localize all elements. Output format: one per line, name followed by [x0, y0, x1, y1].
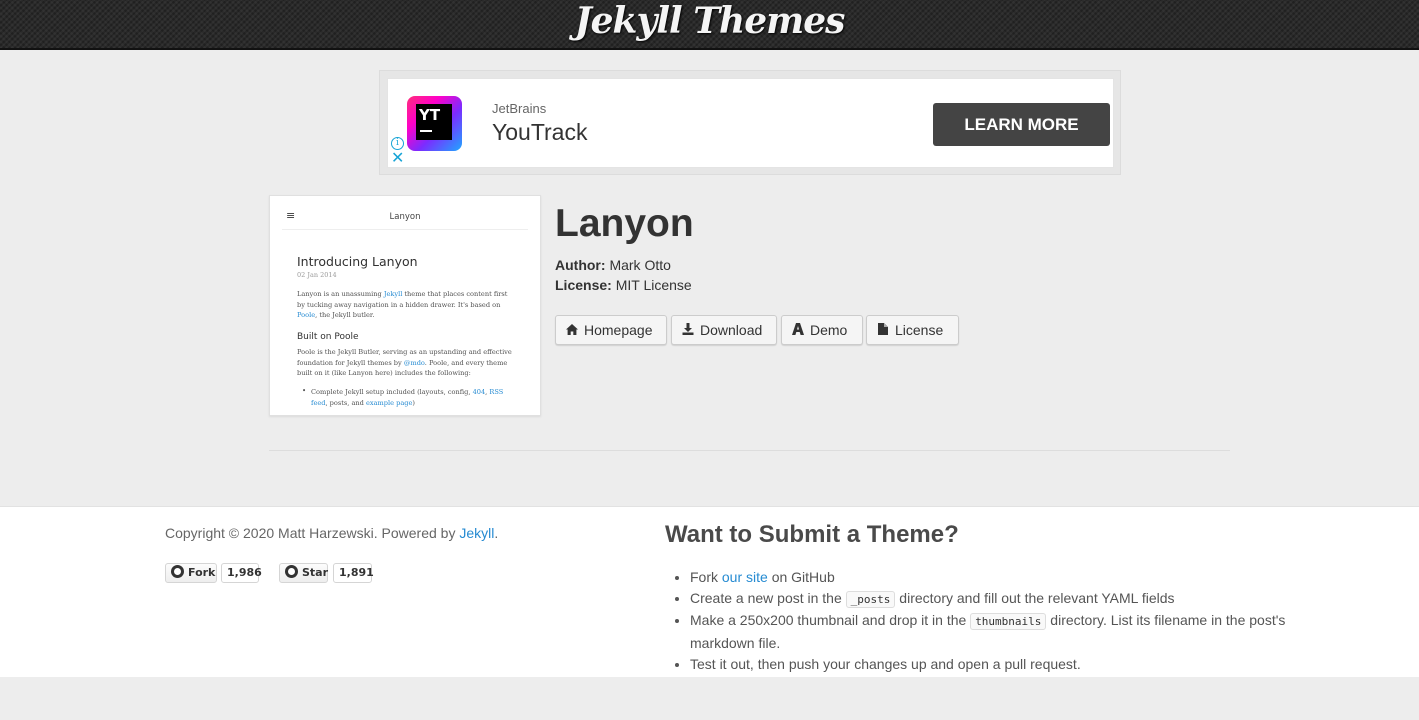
download-icon	[682, 317, 694, 345]
theme-title: Lanyon	[555, 202, 694, 245]
demo-button[interactable]: Demo	[781, 315, 863, 345]
thumb-bullet: •	[302, 387, 307, 395]
file-icon	[877, 317, 889, 345]
ad-close-icon[interactable]: ✕	[391, 151, 404, 167]
theme-author: Author: Mark Otto	[555, 257, 671, 273]
license-button[interactable]: License	[866, 315, 959, 345]
copyright-text: Copyright © 2020 Matt Harzewski. Powered…	[165, 525, 499, 541]
theme-thumbnail[interactable]: ≡ Lanyon Introducing Lanyon 02 Jan 2014 …	[269, 195, 541, 416]
thumb-subheading: Built on Poole	[297, 332, 359, 342]
theme-license: License: MIT License	[555, 277, 692, 293]
site-footer: Copyright © 2020 Matt Harzewski. Powered…	[0, 506, 1419, 677]
github-icon	[171, 565, 184, 578]
list-item: Make a 250x200 thumbnail and drop it in …	[690, 610, 1300, 653]
list-item: Test it out, then push your changes up a…	[690, 654, 1300, 675]
thumb-paragraph: Lanyon is an unassuming Jekyll theme tha…	[297, 290, 508, 320]
github-star-button[interactable]: Star	[279, 563, 328, 583]
site-title[interactable]: Jekyll Themes	[0, 0, 1419, 42]
submit-theme-heading: Want to Submit a Theme?	[665, 521, 959, 548]
posts-code: _posts	[845, 590, 896, 608]
our-site-link[interactable]: our site	[722, 569, 768, 585]
thumb-post-title: Introducing Lanyon	[297, 254, 418, 269]
thumb-paragraph: Poole is the Jekyll Butler, serving as a…	[297, 348, 512, 378]
github-fork-button[interactable]: Fork	[165, 563, 217, 583]
home-icon	[566, 317, 578, 345]
fork-count[interactable]: 1,986	[221, 563, 262, 583]
site-header: Jekyll Themes	[0, 0, 1419, 50]
advertisement-banner: YT JetBrains YouTrack LEARN MORE i ✕	[379, 70, 1121, 175]
ad-info-icon[interactable]: i	[391, 137, 404, 150]
list-item: Create a new post in the _posts director…	[690, 588, 1300, 611]
list-item: Fork our site on GitHub	[690, 567, 1300, 588]
demo-icon	[792, 317, 804, 345]
jekyll-link[interactable]: Jekyll	[459, 525, 494, 541]
thumbnails-code: thumbnails	[970, 613, 1047, 631]
thumb-site-name: Lanyon	[389, 212, 421, 222]
license-name: MIT License	[615, 277, 692, 293]
ad-product[interactable]: YouTrack	[492, 119, 587, 146]
logo-text: YT	[419, 106, 441, 124]
learn-more-button[interactable]: LEARN MORE	[933, 103, 1110, 146]
ad-card[interactable]: YT JetBrains YouTrack LEARN MORE i ✕	[387, 78, 1114, 168]
download-button[interactable]: Download	[671, 315, 777, 345]
star-count[interactable]: 1,891	[333, 563, 374, 583]
thumb-list-item: Complete Jekyll setup included (layouts,…	[311, 388, 504, 407]
homepage-button[interactable]: Homepage	[555, 315, 667, 345]
youtrack-logo-icon[interactable]: YT	[407, 96, 462, 151]
submit-steps-list: Fork our site on GitHub Create a new pos…	[690, 567, 1300, 675]
ad-brand: JetBrains	[492, 101, 547, 116]
thumb-post-date: 02 Jan 2014	[297, 271, 337, 279]
author-name: Mark Otto	[609, 257, 671, 273]
content-divider	[269, 450, 1230, 451]
thumb-topbar: ≡ Lanyon	[282, 204, 528, 230]
github-icon	[285, 565, 298, 578]
